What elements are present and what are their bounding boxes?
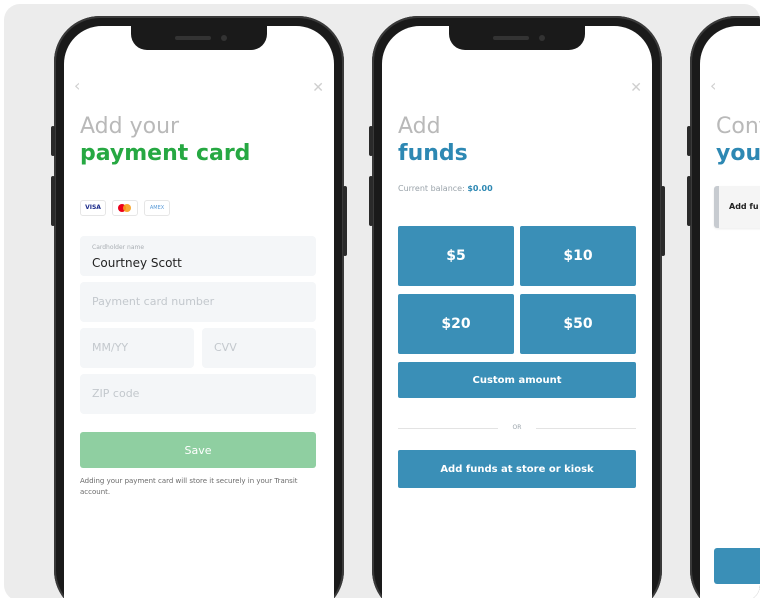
- card-number-field[interactable]: Payment card number: [80, 282, 316, 322]
- cardholder-name-value: Courtney Scott: [92, 256, 182, 270]
- side-button: [51, 126, 55, 156]
- balance-label: Current balance:: [398, 184, 465, 193]
- amount-5-button[interactable]: $5: [398, 226, 514, 286]
- amount-10-button[interactable]: $10: [520, 226, 636, 286]
- chevron-left-icon[interactable]: ‹: [710, 78, 716, 94]
- side-button: [369, 126, 373, 156]
- expiry-field[interactable]: MM/YY: [80, 328, 194, 368]
- confirm-button[interactable]: [714, 548, 760, 584]
- page-title-line1: Add your: [80, 114, 180, 139]
- amount-20-button[interactable]: $20: [398, 294, 514, 354]
- confirm-summary-row: Add fu: [714, 186, 760, 228]
- side-button: [51, 176, 55, 226]
- screen-add-funds: ✕ Add funds Current balance: $0.00 $5 $1…: [382, 26, 652, 601]
- balance-value: $0.00: [467, 184, 493, 193]
- zip-code-field[interactable]: ZIP code: [80, 374, 316, 414]
- side-button: [661, 186, 665, 256]
- page-title-line2: your: [716, 141, 760, 166]
- cardholder-name-label: Cardholder name: [92, 244, 145, 251]
- phone-add-funds: ✕ Add funds Current balance: $0.00 $5 $1…: [369, 16, 665, 601]
- screenshot-frame: ‹ ✕ Add your payment card VISA AMEX Card…: [4, 4, 760, 601]
- page-title-line1: Conf: [716, 114, 760, 139]
- amex-logo: AMEX: [144, 200, 170, 216]
- chevron-left-icon[interactable]: ‹: [74, 78, 80, 94]
- screen-confirm: ‹ Conf your Add fu: [700, 26, 760, 601]
- phone-add-card: ‹ ✕ Add your payment card VISA AMEX Card…: [51, 16, 347, 601]
- save-button[interactable]: Save: [80, 432, 316, 468]
- close-icon[interactable]: ✕: [630, 80, 642, 96]
- amount-50-button[interactable]: $50: [520, 294, 636, 354]
- cardholder-name-field[interactable]: Cardholder name Courtney Scott: [80, 236, 316, 276]
- cvv-field[interactable]: CVV: [202, 328, 316, 368]
- mastercard-logo: [112, 200, 138, 216]
- phone-confirm: ‹ Conf your Add fu: [687, 16, 760, 601]
- page-title-line2: payment card: [80, 141, 251, 166]
- add-funds-store-button[interactable]: Add funds at store or kiosk: [398, 450, 636, 488]
- side-button: [369, 176, 373, 226]
- visa-logo: VISA: [80, 200, 106, 216]
- page-title-line1: Add: [398, 114, 441, 139]
- summary-row-label: Add fu: [729, 202, 759, 211]
- or-label: OR: [512, 424, 522, 431]
- phone-notch: [131, 26, 267, 50]
- side-button: [687, 176, 691, 226]
- screen-add-card: ‹ ✕ Add your payment card VISA AMEX Card…: [64, 26, 334, 601]
- accepted-cards: VISA AMEX: [80, 200, 170, 216]
- phone-notch: [449, 26, 585, 50]
- custom-amount-button[interactable]: Custom amount: [398, 362, 636, 398]
- close-icon[interactable]: ✕: [312, 80, 324, 96]
- storage-note: Adding your payment card will store it s…: [80, 477, 298, 496]
- frame-bottom-edge: [4, 598, 760, 613]
- page-title-line2: funds: [398, 141, 468, 166]
- current-balance: Current balance: $0.00: [398, 184, 493, 193]
- side-button: [687, 126, 691, 156]
- or-divider: OR: [398, 422, 636, 434]
- side-button: [343, 186, 347, 256]
